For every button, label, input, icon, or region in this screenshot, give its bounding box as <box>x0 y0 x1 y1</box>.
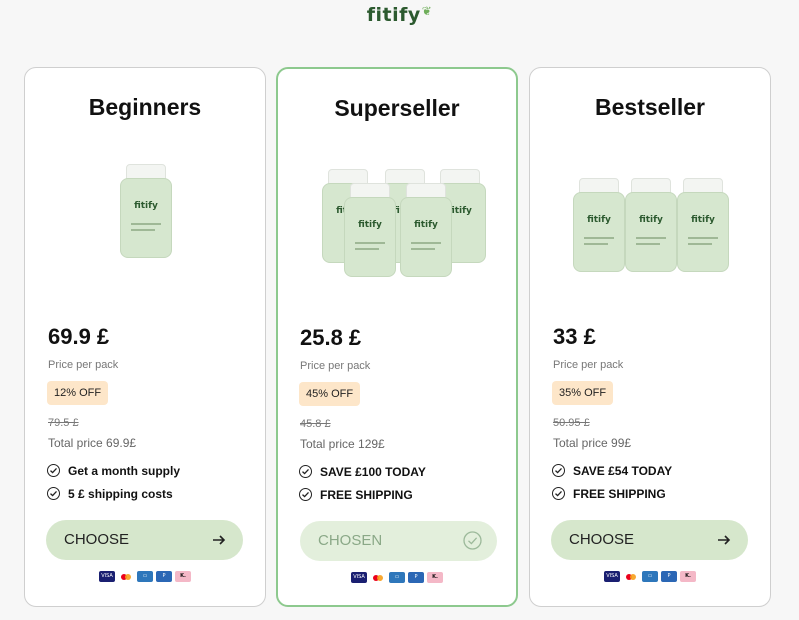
discount-badge: 12% OFF <box>47 381 109 405</box>
arrow-right-icon <box>718 535 731 545</box>
feature-text: 5 £ shipping costs <box>68 487 173 501</box>
discount-badge: 45% OFF <box>299 382 361 406</box>
leaf-icon: ❦ <box>421 4 433 18</box>
bottle-image: fitify <box>400 183 452 277</box>
plan-title: Beginners <box>88 94 202 120</box>
check-circle-icon <box>552 487 565 501</box>
feature-text: SAVE £100 TODAY <box>320 465 426 479</box>
button-label: CHOOSE <box>569 531 635 548</box>
visa-icon: VISA <box>351 572 367 583</box>
feature-item: FREE SHIPPING <box>299 486 413 504</box>
arrow-right-icon <box>213 535 226 545</box>
plan-card-superseller[interactable]: Superseller fitify fitify fitify fitify … <box>276 67 518 607</box>
total-price: Total price 129£ <box>300 437 385 451</box>
bottle-image: fitify <box>573 178 625 272</box>
old-price: 50.95 £ <box>553 417 590 429</box>
payment-methods: VISA ▭ P K. <box>530 571 770 582</box>
klarna-icon: K. <box>427 572 443 583</box>
product-image: fitify <box>25 164 265 278</box>
old-price: 79.5 £ <box>48 417 79 429</box>
klarna-icon: K. <box>175 571 191 582</box>
plan-title: Bestseller <box>595 94 705 120</box>
check-circle-icon <box>299 465 312 479</box>
feature-item: FREE SHIPPING <box>552 485 666 503</box>
total-price: Total price 69.9£ <box>48 436 137 450</box>
check-circle-icon <box>552 464 565 478</box>
mastercard-icon <box>370 572 386 583</box>
brand-logo: fitify❦ <box>0 4 799 26</box>
feature-item: Get a month supply <box>47 462 180 480</box>
price-note: Price per pack <box>553 359 624 371</box>
feature-item: 5 £ shipping costs <box>47 485 173 503</box>
paypal-icon: P <box>408 572 424 583</box>
feature-item: SAVE £100 TODAY <box>299 463 426 481</box>
product-image: fitify fitify fitify fitify fitify <box>278 165 516 279</box>
paypal-icon: P <box>156 571 172 582</box>
chosen-button[interactable]: CHOSEN <box>300 521 497 561</box>
plan-price: 25.8 £ <box>300 325 362 350</box>
bottle-image: fitify <box>625 178 677 272</box>
check-circle-icon <box>47 464 60 478</box>
paypal-icon: P <box>661 571 677 582</box>
brand-name: fitify <box>366 4 421 26</box>
product-image: fitify fitify fitify <box>530 164 770 278</box>
mastercard-icon <box>118 571 134 582</box>
mastercard-icon <box>623 571 639 582</box>
feature-item: SAVE £54 TODAY <box>552 462 672 480</box>
payment-methods: VISA ▭ P K. <box>25 571 265 582</box>
feature-text: Get a month supply <box>68 464 181 478</box>
button-label: CHOOSE <box>64 531 130 548</box>
amex-icon: ▭ <box>389 572 405 583</box>
checkmark-circle-icon <box>463 531 482 550</box>
amex-icon: ▭ <box>642 571 658 582</box>
visa-icon: VISA <box>99 571 115 582</box>
feature-text: SAVE £54 TODAY <box>573 464 673 478</box>
plan-price: 69.9 £ <box>48 324 110 349</box>
price-note: Price per pack <box>48 359 119 371</box>
plan-price: 33 £ <box>553 324 596 349</box>
feature-text: FREE SHIPPING <box>573 487 666 501</box>
payment-methods: VISA ▭ P K. <box>278 572 516 583</box>
check-circle-icon <box>47 487 60 501</box>
plan-title: Superseller <box>334 95 460 121</box>
bottle-image: fitify <box>677 178 729 272</box>
bottle-image: fitify <box>120 164 172 258</box>
discount-badge: 35% OFF <box>552 381 614 405</box>
choose-button[interactable]: CHOOSE <box>46 520 243 560</box>
price-note: Price per pack <box>300 360 371 372</box>
check-circle-icon <box>299 488 312 502</box>
visa-icon: VISA <box>604 571 620 582</box>
amex-icon: ▭ <box>137 571 153 582</box>
bottle-image: fitify <box>344 183 396 277</box>
klarna-icon: K. <box>680 571 696 582</box>
plan-card-bestseller[interactable]: Bestseller fitify fitify fitify 33 £ Pri… <box>529 67 771 607</box>
button-label: CHOSEN <box>318 532 383 549</box>
total-price: Total price 99£ <box>553 436 632 450</box>
old-price: 45.8 £ <box>300 418 331 430</box>
choose-button[interactable]: CHOOSE <box>551 520 748 560</box>
feature-text: FREE SHIPPING <box>320 488 413 502</box>
plan-card-beginners[interactable]: Beginners fitify 69.9 £ Price per pack 1… <box>24 67 266 607</box>
